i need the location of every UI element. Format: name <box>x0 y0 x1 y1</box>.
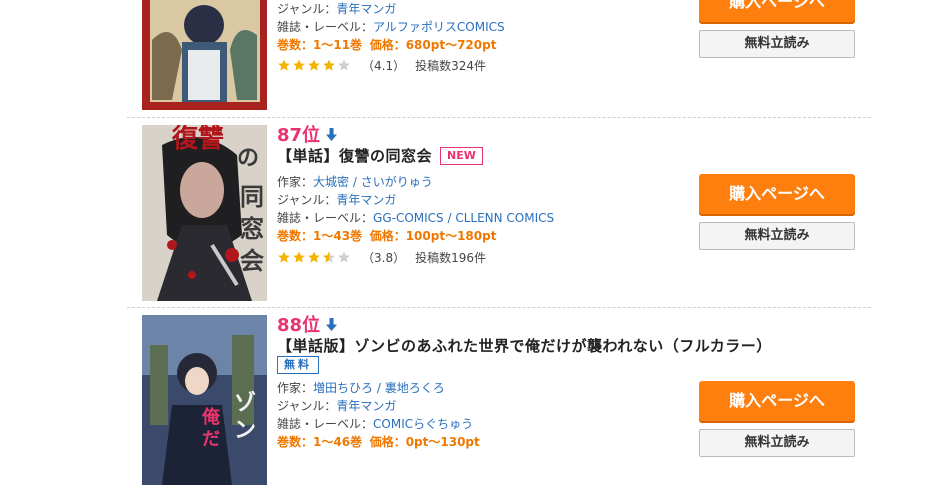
svg-text:会: 会 <box>240 246 264 275</box>
book-title[interactable]: 【単話版】ゾンビのあふれた世界で俺だけが襲われない（フルカラー） <box>277 335 772 356</box>
label-link[interactable]: GG-COMICS <box>373 211 444 225</box>
price-range: 価格：0pt〜130pt <box>369 435 480 449</box>
rating-score: （4.1） <box>362 59 406 73</box>
buy-page-button[interactable]: 購入ページへ <box>699 0 855 22</box>
volume-range: 巻数：1〜43巻 <box>277 229 363 243</box>
book-cover[interactable] <box>142 0 267 110</box>
new-badge: NEW <box>440 146 483 165</box>
star-icon <box>293 59 305 71</box>
arrow-down-icon <box>326 317 338 331</box>
author-link[interactable]: 大城密 <box>313 175 349 189</box>
free-preview-button[interactable]: 無料立読み <box>699 30 855 58</box>
svg-text:ン: ン <box>234 418 256 443</box>
svg-text:復讐: 復讐 <box>171 125 224 154</box>
author-link[interactable]: 裏地ろくろ <box>385 381 445 395</box>
buy-page-button[interactable]: 購入ページへ <box>699 381 855 421</box>
price-range: 価格：680pt〜720pt <box>369 38 497 52</box>
star-rating: （4.1） 投稿数324件 <box>277 57 486 74</box>
svg-text:ゾ: ゾ <box>234 390 256 416</box>
label-link[interactable]: アルファポリスCOMICS <box>373 20 505 34</box>
ranking-item: ゾ ン 俺 だ 88位 【単話版】ゾンビのあふれた世界で俺だけが襲われない（フル… <box>127 307 871 485</box>
volume-range: 巻数：1〜11巻 <box>277 38 363 52</box>
star-icon <box>278 59 290 71</box>
review-count: 投稿数324件 <box>415 59 486 73</box>
volume-range: 巻数：1〜46巻 <box>277 435 363 449</box>
svg-text:の: の <box>237 145 259 171</box>
label-link[interactable]: COMICらぐちゅう <box>373 417 473 431</box>
star-icon <box>323 59 335 71</box>
star-icon <box>278 251 290 263</box>
author-link[interactable]: さいがりゅう <box>361 175 433 189</box>
arrow-down-icon <box>326 127 338 141</box>
rank-label: 88位 <box>277 315 321 336</box>
star-icon <box>308 59 320 71</box>
svg-text:同: 同 <box>240 182 264 211</box>
svg-text:だ: だ <box>202 429 220 450</box>
free-badge: 無料 <box>277 356 319 374</box>
rating-score: （3.8） <box>362 251 406 265</box>
star-half-icon <box>323 251 335 263</box>
svg-text:窓: 窓 <box>240 214 264 243</box>
star-rating: （3.8） 投稿数196件 <box>277 249 486 266</box>
label-link[interactable]: CLLENN COMICS <box>455 211 554 225</box>
review-count: 投稿数196件 <box>415 251 486 265</box>
star-icon <box>308 251 320 263</box>
buy-page-button[interactable]: 購入ページへ <box>699 174 855 214</box>
free-preview-button[interactable]: 無料立読み <box>699 429 855 457</box>
free-preview-button[interactable]: 無料立読み <box>699 222 855 250</box>
star-empty-icon <box>338 59 350 71</box>
ranking-item: ジャンル：青年マンガ 雑誌・レーベル：アルファポリスCOMICS 巻数：1〜11… <box>127 0 871 118</box>
genre-link[interactable]: 青年マンガ <box>336 399 396 413</box>
price-range: 価格：100pt〜180pt <box>369 229 497 243</box>
star-icon <box>293 251 305 263</box>
book-title[interactable]: 【単話】復讐の同窓会 <box>277 145 432 166</box>
book-cover[interactable]: 復讐 の 同 窓 会 <box>142 125 267 301</box>
author-link[interactable]: 増田ちひろ <box>313 381 373 395</box>
svg-text:俺: 俺 <box>201 406 221 428</box>
book-cover[interactable]: ゾ ン 俺 だ <box>142 315 267 485</box>
rank-label: 87位 <box>277 125 321 146</box>
genre-link[interactable]: 青年マンガ <box>336 193 396 207</box>
genre-link[interactable]: 青年マンガ <box>336 2 396 16</box>
ranking-item: 復讐 の 同 窓 会 87位 【単話】復讐の同窓会 NEW 作家：大城密 / さ… <box>127 117 871 308</box>
star-empty-icon <box>338 251 350 263</box>
